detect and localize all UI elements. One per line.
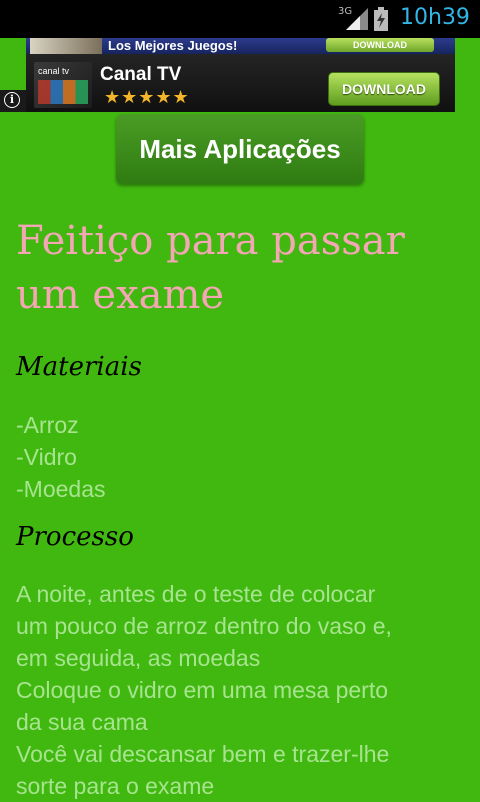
process-text: A noite, antes de o teste de colocar um … [16,578,471,802]
materials-list: -Arroz -Vidro -Moedas [16,409,471,505]
process-line: sorte para o exame [16,773,215,799]
ad-top-thumbnail [30,38,102,54]
status-bar: 3G 10h39 [0,0,480,38]
ad-top-download-button[interactable]: DOWNLOAD [326,38,434,52]
ad-info-icon[interactable]: i [0,90,26,112]
process-line: Você vai descansar bem e trazer-lhe [16,741,390,767]
page-title: Feitiço para passar um exame [16,218,405,318]
ad-top-strip[interactable]: Los Mejores Juegos! DOWNLOAD [26,38,455,54]
battery-charging-icon [374,7,388,31]
signal-icon [346,8,368,30]
process-line: A noite, antes de o teste de colocar [16,581,376,607]
ad-download-button[interactable]: DOWNLOAD [328,72,440,106]
process-line: um pouco de arroz dentro do vaso e, [16,613,392,639]
process-line: da sua cama [16,709,148,735]
more-apps-button[interactable]: Mais Aplicações [116,114,364,184]
list-item: -Arroz [16,412,79,438]
process-line: Coloque o vidro em uma mesa perto [16,677,389,703]
ad-app-thumbnail: canal tv [34,62,92,108]
ad-thumbnail-brand: canal tv [38,66,70,76]
ad-app-name: Canal TV [100,64,182,85]
materials-heading: Materiais [16,352,142,382]
ad-thumbnail-tiles [38,80,88,104]
list-item: -Moedas [16,476,106,502]
ad-rating-stars: ★★★★★ [104,87,190,108]
process-line: em seguida, as moedas [16,645,261,671]
list-item: -Vidro [16,444,77,470]
process-heading: Processo [16,522,134,552]
clock: 10h39 [400,5,470,30]
ad-banner[interactable]: Los Mejores Juegos! DOWNLOAD canal tv Ca… [26,38,455,112]
info-icon: i [4,92,20,108]
